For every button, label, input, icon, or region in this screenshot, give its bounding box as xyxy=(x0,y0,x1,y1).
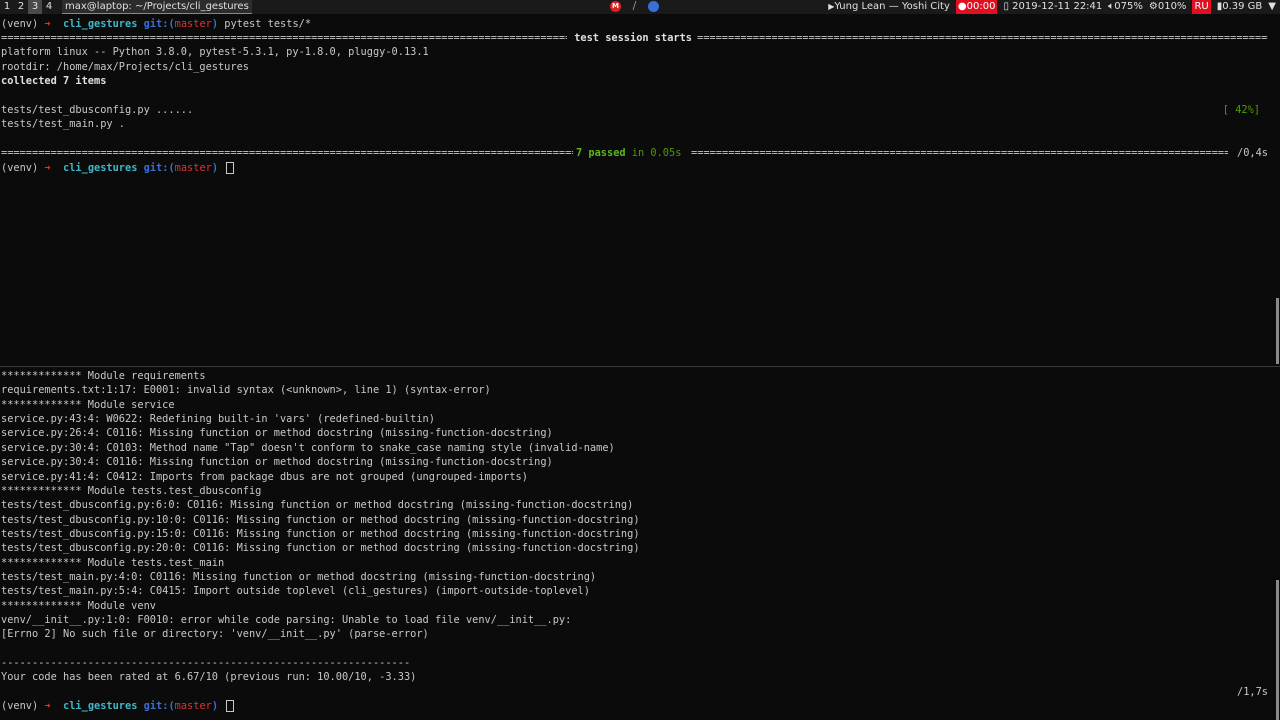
text-cursor xyxy=(226,162,235,174)
collected-line: collected 7 items xyxy=(1,75,107,87)
terminal-pane-bottom[interactable]: ************* Module requirements requir… xyxy=(0,368,1280,720)
memory-value: 0.39 GB xyxy=(1222,1,1263,12)
session-separator-right: ========================================… xyxy=(697,32,1268,44)
datetime-value: 2019-12-11 22:41 xyxy=(1012,1,1103,12)
session-header-title: test session starts xyxy=(568,32,699,44)
lint-line: tests/test_dbusconfig.py:15:0: C0116: Mi… xyxy=(1,528,640,540)
scrollbar-top[interactable] xyxy=(1276,298,1279,364)
summary-separator-left: ========================================… xyxy=(1,147,573,159)
lint-line: service.py:43:4: W0622: Redefining built… xyxy=(1,413,435,425)
wifi-icon[interactable]: ▼ xyxy=(1268,0,1276,14)
lint-line: requirements.txt:1:17: E0001: invalid sy… xyxy=(1,384,491,396)
cpu-value: 010% xyxy=(1157,1,1187,12)
lint-line: service.py:30:4: C0103: Method name "Tap… xyxy=(1,442,615,454)
status-area: ▶Yung Lean — Yoshi City ●00:00 ▯ 2019-12… xyxy=(828,0,1276,14)
test-line-1: tests/test_dbusconfig.py ...... xyxy=(1,104,194,116)
text-cursor xyxy=(226,700,235,712)
prompt-git: git: xyxy=(143,700,169,712)
elapsed-time-top: /0,4s xyxy=(1237,147,1268,159)
summary-time: in 0.05s xyxy=(625,147,688,159)
prompt-dir: cli_gestures xyxy=(63,700,138,712)
now-playing[interactable]: ▶Yung Lean — Yoshi City xyxy=(828,0,950,14)
google-icon[interactable] xyxy=(648,1,659,12)
volume[interactable]: 🔈︎075% xyxy=(1108,0,1143,14)
prompt-dir: cli_gestures xyxy=(63,18,138,30)
prompt-arrow: ➜ xyxy=(44,700,51,712)
calendar-icon: ▯ xyxy=(1003,1,1009,12)
lint-line: [Errno 2] No such file or directory: 've… xyxy=(1,628,429,640)
lint-line: tests/test_dbusconfig.py:20:0: C0116: Mi… xyxy=(1,542,640,554)
memory[interactable]: ▮0.39 GB xyxy=(1217,0,1263,14)
lint-line: ************* Module requirements xyxy=(1,370,206,382)
prompt-git: git: xyxy=(143,18,169,30)
prompt-branch: master xyxy=(174,18,212,30)
lint-line: ************* Module service xyxy=(1,399,175,411)
cpu[interactable]: ⚙010% xyxy=(1149,0,1187,14)
record-timer-value: 00:00 xyxy=(966,1,996,12)
progress-percent: [ 42%] xyxy=(1222,104,1260,116)
command-text: pytest tests/* xyxy=(224,18,312,30)
mega-icon[interactable]: M xyxy=(610,1,621,12)
venv-label: (venv) xyxy=(1,162,39,174)
test-line-2: tests/test_main.py . xyxy=(1,118,125,130)
elapsed-time-bottom: /1,7s xyxy=(1237,686,1268,698)
lint-line: service.py:26:4: C0116: Missing function… xyxy=(1,427,553,439)
keyboard-layout[interactable]: RU xyxy=(1192,0,1211,14)
lint-line: tests/test_dbusconfig.py:6:0: C0116: Mis… xyxy=(1,499,634,511)
venv-label: (venv) xyxy=(1,18,39,30)
scrollbar-bottom[interactable] xyxy=(1276,580,1279,720)
workspace-1[interactable]: 1 xyxy=(0,0,14,14)
lint-line: tests/test_main.py:4:0: C0116: Missing f… xyxy=(1,571,597,583)
prompt-git: git: xyxy=(143,162,169,174)
paren-close: ) xyxy=(211,162,219,174)
system-tray: M ⧸ xyxy=(610,1,659,12)
prompt-line-3[interactable]: (venv) ➜ cli_gestures git:(master) xyxy=(1,699,235,713)
volume-value: 075% xyxy=(1114,1,1143,12)
prompt-line: (venv) ➜ cli_gestures git:(master) pytes… xyxy=(1,17,311,31)
workspace-2[interactable]: 2 xyxy=(14,0,28,14)
lint-line: tests/test_main.py:5:4: C0415: Import ou… xyxy=(1,585,590,597)
prompt-branch: master xyxy=(174,700,212,712)
lint-line: tests/test_dbusconfig.py:10:0: C0116: Mi… xyxy=(1,514,640,526)
terminal-pane-top[interactable]: (venv) ➜ cli_gestures git:(master) pytes… xyxy=(0,16,1280,364)
session-separator-left: ========================================… xyxy=(1,32,567,44)
lint-line: service.py:30:4: C0116: Missing function… xyxy=(1,456,553,468)
slash-icon[interactable]: ⧸ xyxy=(629,1,640,12)
cpu-icon: ⚙ xyxy=(1148,1,1158,12)
lint-line: ************* Module tests.test_main xyxy=(1,557,225,569)
prompt-arrow: ➜ xyxy=(44,162,51,174)
rating-line: Your code has been rated at 6.67/10 (pre… xyxy=(1,671,417,683)
workspace-4[interactable]: 4 xyxy=(42,0,56,14)
lint-line: service.py:41:4: C0412: Imports from pac… xyxy=(1,471,528,483)
lint-line: venv/__init__.py:1:0: F0010: error while… xyxy=(1,614,572,626)
record-icon: ● xyxy=(957,1,967,12)
window-title[interactable]: max@laptop: ~/Projects/cli_gestures xyxy=(62,0,252,14)
workspace-3[interactable]: 3 xyxy=(28,0,42,14)
prompt-branch: master xyxy=(174,162,212,174)
prompt-arrow: ➜ xyxy=(44,18,51,30)
record-timer[interactable]: ●00:00 xyxy=(955,0,998,14)
rootdir-line: rootdir: /home/max/Projects/cli_gestures xyxy=(1,61,249,73)
summary-text: 7 passed in 0.05s xyxy=(576,146,688,160)
summary-passed: 7 passed xyxy=(576,147,626,159)
now-playing-title: Yung Lean — Yoshi City xyxy=(834,1,950,12)
top-panel: 1 2 3 4 max@laptop: ~/Projects/cli_gestu… xyxy=(0,0,1280,14)
summary-separator-right: ========================================… xyxy=(691,147,1228,159)
venv-label: (venv) xyxy=(1,700,39,712)
lint-line: ************* Module tests.test_dbusconf… xyxy=(1,485,262,497)
datetime[interactable]: ▯ 2019-12-11 22:41 xyxy=(1003,0,1102,14)
rating-separator: ----------------------------------------… xyxy=(1,657,411,669)
platform-line: platform linux -- Python 3.8.0, pytest-5… xyxy=(1,46,429,58)
pane-divider[interactable] xyxy=(0,366,1280,367)
prompt-line-2[interactable]: (venv) ➜ cli_gestures git:(master) xyxy=(1,161,235,175)
prompt-dir: cli_gestures xyxy=(63,162,138,174)
lint-line: ************* Module venv xyxy=(1,600,156,612)
paren-close: ) xyxy=(211,700,219,712)
paren-close: ) xyxy=(211,18,219,30)
